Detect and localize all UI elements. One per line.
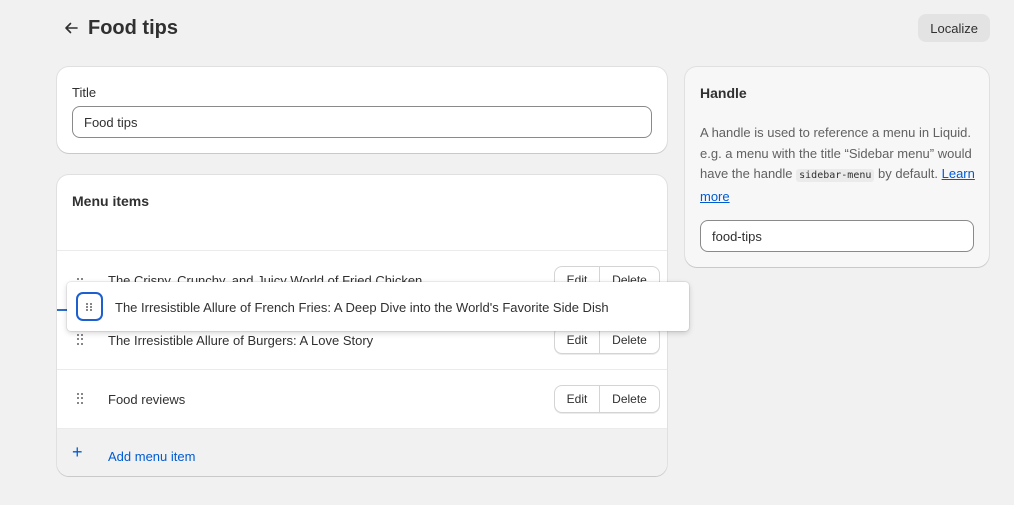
back-button[interactable] [59,16,83,40]
handle-input[interactable] [700,220,974,252]
menu-item-label: The Irresistible Allure of Burgers: A Lo… [108,333,374,348]
title-label: Title [72,85,97,100]
item-actions: Edit Delete [554,385,660,413]
edit-button[interactable]: Edit [555,386,600,412]
delete-button[interactable]: Delete [600,386,659,412]
dragging-item-label: The Irresistible Allure of French Fries:… [115,300,609,315]
drop-indicator [57,309,67,311]
menu-items-heading: Menu items [72,193,150,209]
handle-description: A handle is used to reference a menu in … [700,123,976,207]
handle-example-code: sidebar-menu [796,169,875,182]
add-menu-item-label: Add menu item [108,449,196,464]
page-title: Food tips [88,17,178,39]
drag-handle-focused[interactable] [76,292,103,321]
drag-handle-icon[interactable] [77,393,87,405]
handle-card: Handle A handle is used to reference a m… [685,67,989,267]
title-card: Title [57,67,667,153]
title-input[interactable] [72,106,652,138]
localize-button[interactable]: Localize [918,14,990,42]
handle-heading: Handle [700,85,747,101]
page-header: Food tips Localize [57,14,990,42]
menu-item-row: Food reviews Edit Delete [57,370,667,428]
drag-handle-icon [86,302,93,311]
dragging-menu-item[interactable]: The Irresistible Allure of French Fries:… [67,282,689,331]
arrow-left-icon [65,22,78,34]
handle-desc-text: by default. [874,166,942,181]
drag-handle-icon[interactable] [77,334,87,346]
add-menu-item-button[interactable]: + Add menu item [57,428,667,476]
menu-item-label: Food reviews [108,392,186,407]
plus-icon: + [72,442,83,462]
